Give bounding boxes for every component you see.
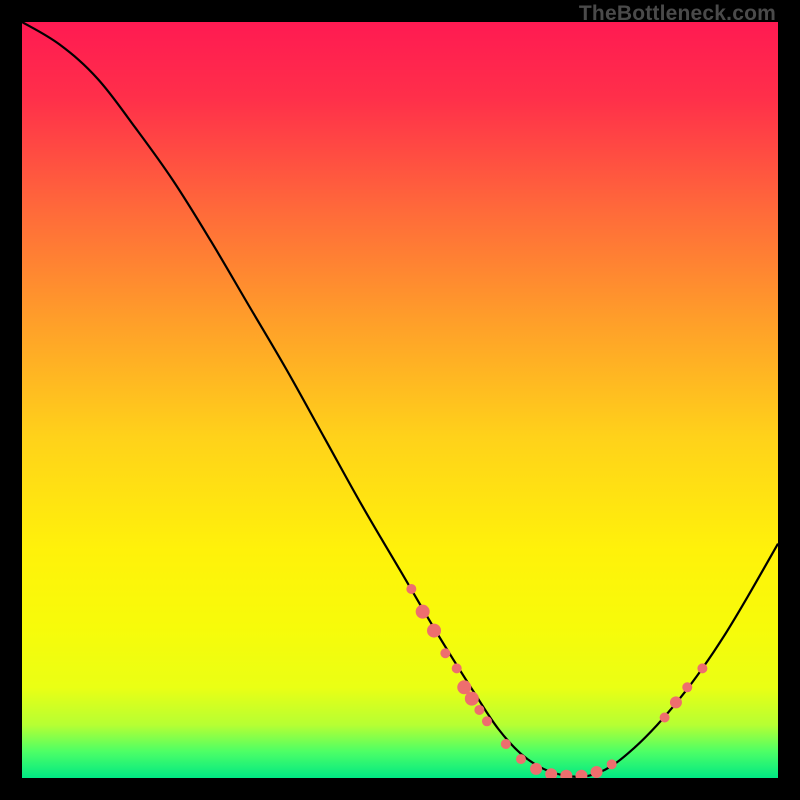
data-marker — [406, 584, 416, 594]
data-marker — [427, 624, 441, 638]
data-marker — [440, 648, 450, 658]
data-marker — [465, 692, 479, 706]
data-marker — [416, 605, 430, 619]
chart-frame — [22, 22, 778, 778]
data-marker — [682, 682, 692, 692]
data-marker — [670, 696, 682, 708]
data-marker — [591, 766, 603, 778]
data-marker — [607, 759, 617, 769]
data-marker — [516, 754, 526, 764]
data-marker — [530, 763, 542, 775]
data-marker — [697, 663, 707, 673]
data-marker — [452, 663, 462, 673]
data-marker — [482, 716, 492, 726]
chart-background — [22, 22, 778, 778]
data-marker — [660, 713, 670, 723]
chart-plot — [22, 22, 778, 778]
data-marker — [501, 739, 511, 749]
data-marker — [474, 705, 484, 715]
